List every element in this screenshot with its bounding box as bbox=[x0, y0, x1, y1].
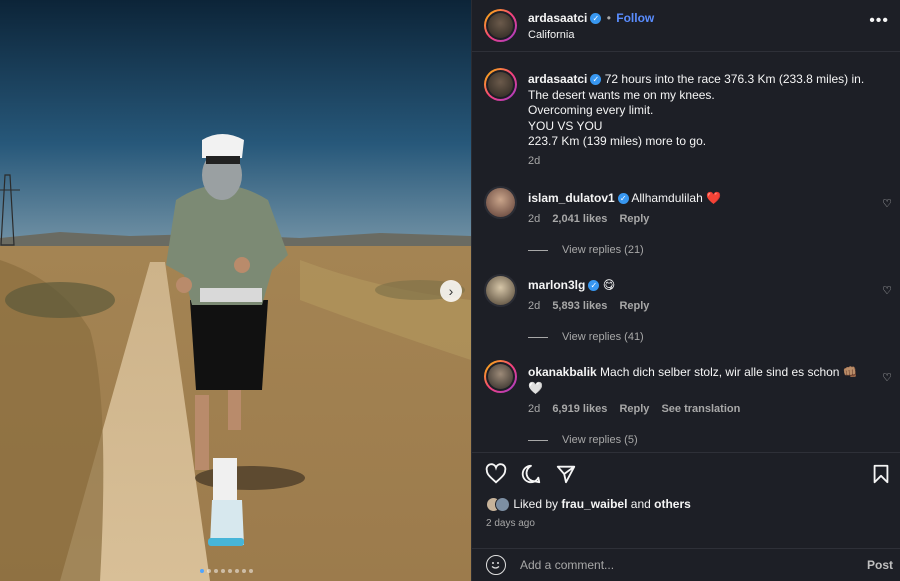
dot-separator: • bbox=[606, 11, 611, 25]
verified-icon: ✓ bbox=[588, 280, 600, 292]
liked-by-and: and bbox=[630, 497, 651, 511]
caption-line: The desert wants me on my knees. bbox=[528, 87, 715, 102]
liked-by-user[interactable]: frau_waibel bbox=[561, 497, 627, 511]
caption-line: 223.7 Km (139 miles) more to go. bbox=[528, 134, 707, 148]
author-username-text[interactable]: ardasaatci bbox=[528, 11, 587, 25]
verified-icon: ✓ bbox=[590, 13, 602, 25]
liked-by-prefix: Liked by bbox=[513, 497, 559, 511]
like-comment-icon[interactable]: ♡ bbox=[882, 371, 892, 384]
liker-avatar bbox=[495, 497, 510, 513]
comment-meta: 2d 5,893 likes Reply bbox=[528, 300, 658, 312]
reply-button[interactable]: Reply bbox=[619, 300, 649, 312]
post-actions bbox=[472, 452, 900, 492]
comment-body: islam_dulatov1 ✓ Allhamdulilah ❤️ bbox=[528, 190, 858, 206]
heart-icon[interactable] bbox=[485, 463, 507, 485]
view-replies-button[interactable]: View replies (21) bbox=[528, 244, 644, 256]
fist-emoji: 👊🏽 bbox=[842, 365, 858, 379]
caption-timestamp: 2d bbox=[528, 155, 541, 167]
comment-text: Mach dich selber stolz, wir alle sind es… bbox=[600, 365, 840, 379]
view-replies-button[interactable]: View replies (41) bbox=[528, 331, 644, 343]
comment-likes[interactable]: 5,893 likes bbox=[552, 300, 607, 312]
post-timestamp[interactable]: 2 days ago bbox=[486, 518, 535, 529]
caption-line: YOU VS YOU bbox=[528, 118, 603, 133]
view-replies-label[interactable]: View replies (21) bbox=[562, 244, 644, 256]
follow-button[interactable]: Follow bbox=[616, 11, 654, 25]
caption-username[interactable]: ardasaatci bbox=[528, 72, 587, 86]
comment-icon[interactable] bbox=[520, 463, 542, 485]
verified-icon: ✓ bbox=[617, 193, 629, 205]
carousel-dot bbox=[249, 569, 253, 573]
author-username[interactable]: ardasaatci ✓ • Follow bbox=[528, 11, 654, 25]
like-comment-icon[interactable]: ♡ bbox=[882, 197, 892, 210]
carousel-dot bbox=[207, 569, 211, 573]
caption-author-avatar[interactable] bbox=[484, 68, 517, 101]
see-translation-button[interactable]: See translation bbox=[661, 403, 740, 415]
reply-button[interactable]: Reply bbox=[619, 213, 649, 225]
heart-emoji: ❤️ bbox=[706, 191, 722, 205]
comment-avatar[interactable] bbox=[484, 186, 517, 219]
comment-avatar[interactable] bbox=[484, 360, 517, 393]
comment-time: 2d bbox=[528, 403, 541, 415]
comment-username[interactable]: okanakbalik bbox=[528, 365, 597, 379]
comment-body: marlon3lg ✓ 😋 bbox=[528, 277, 858, 293]
face-emoji: 😋 bbox=[602, 278, 616, 292]
like-comment-icon[interactable]: ♡ bbox=[882, 284, 892, 297]
comment-avatar[interactable] bbox=[484, 274, 517, 307]
carousel-indicator bbox=[200, 569, 253, 573]
comment-body: okanakbalik Mach dich selber stolz, wir … bbox=[528, 364, 858, 396]
comment-time: 2d bbox=[528, 213, 541, 225]
post-caption: ardasaatci ✓ 72 hours into the race 376.3… bbox=[528, 72, 878, 150]
carousel-dot bbox=[228, 569, 232, 573]
post-photo[interactable]: › bbox=[0, 0, 471, 581]
carousel-dot bbox=[235, 569, 239, 573]
carousel-dot bbox=[200, 569, 204, 573]
next-photo-button[interactable]: › bbox=[440, 280, 462, 302]
post-header: ardasaatci ✓ • Follow California ••• bbox=[472, 0, 900, 52]
caption-line: 72 hours into the race 376.3 Km (233.8 m… bbox=[604, 72, 865, 86]
comment-meta: 2d 6,919 likes Reply See translation bbox=[528, 403, 749, 415]
liked-by-others[interactable]: others bbox=[654, 497, 691, 511]
more-options-icon[interactable]: ••• bbox=[869, 12, 889, 30]
bookmark-icon[interactable] bbox=[870, 463, 892, 485]
comment-text: Allhamdulilah bbox=[631, 191, 703, 205]
view-replies-label[interactable]: View replies (5) bbox=[562, 434, 638, 446]
author-avatar[interactable] bbox=[484, 9, 517, 42]
comment-meta: 2d 2,041 likes Reply bbox=[528, 213, 658, 225]
likes-summary: Liked by frau_waibel and others bbox=[486, 497, 691, 513]
photo-scene bbox=[0, 0, 471, 581]
carousel-dot bbox=[242, 569, 246, 573]
post-panel: ardasaatci ✓ • Follow California ••• arda… bbox=[471, 0, 900, 581]
post-comment-button[interactable]: Post bbox=[867, 558, 893, 572]
comment-time: 2d bbox=[528, 300, 541, 312]
caption-line: Overcoming every limit. bbox=[528, 103, 654, 117]
comment-likes[interactable]: 2,041 likes bbox=[552, 213, 607, 225]
view-replies-label[interactable]: View replies (41) bbox=[562, 331, 644, 343]
reply-button[interactable]: Reply bbox=[619, 403, 649, 415]
smiley-icon[interactable] bbox=[486, 555, 506, 575]
share-icon[interactable] bbox=[555, 463, 577, 485]
view-replies-button[interactable]: View replies (5) bbox=[528, 434, 638, 446]
comment-bar: Add a comment... Post bbox=[472, 548, 900, 581]
verified-icon: ✓ bbox=[590, 74, 602, 86]
comment-input[interactable]: Add a comment... bbox=[520, 558, 614, 572]
comment-username[interactable]: marlon3lg bbox=[528, 278, 585, 292]
caption-time: 2d bbox=[528, 155, 549, 167]
comment-likes[interactable]: 6,919 likes bbox=[552, 403, 607, 415]
carousel-dot bbox=[214, 569, 218, 573]
comment-username[interactable]: islam_dulatov1 bbox=[528, 191, 615, 205]
location-link[interactable]: California bbox=[528, 29, 574, 41]
carousel-dot bbox=[221, 569, 225, 573]
white-heart-emoji: 🤍 bbox=[528, 381, 543, 395]
